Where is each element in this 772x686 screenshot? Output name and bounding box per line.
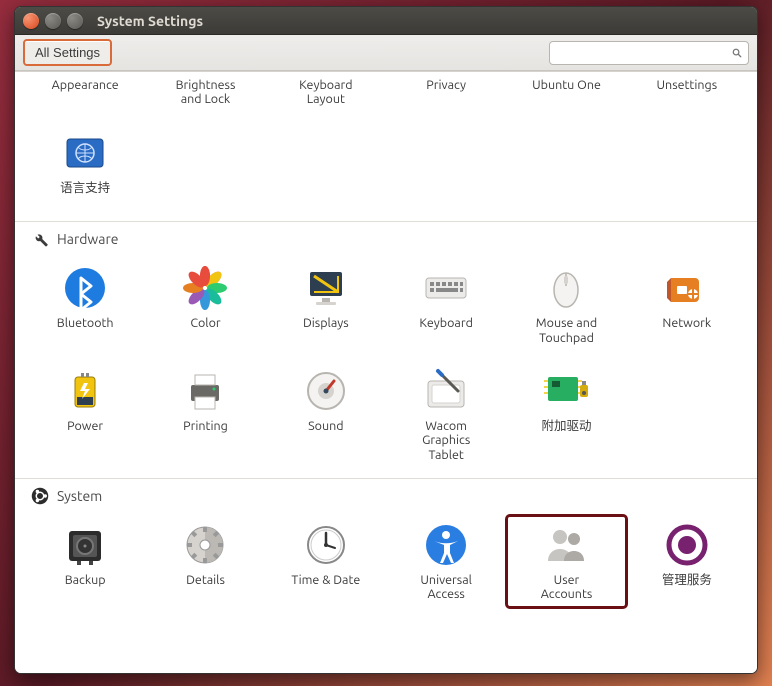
section-hardware-header: Hardware — [15, 221, 757, 252]
settings-item-label: Universal Access — [420, 573, 472, 602]
section-hardware-title: Hardware — [57, 231, 119, 247]
backup-icon — [61, 521, 109, 569]
settings-item-bluetooth[interactable]: Bluetooth — [25, 258, 145, 351]
settings-item-label: Printing — [183, 419, 228, 433]
printing-icon — [181, 367, 229, 415]
search-field[interactable] — [556, 45, 732, 60]
content-area: Appearance Brightness and Lock Keyboard La… — [15, 71, 757, 673]
maximize-icon[interactable] — [67, 13, 83, 29]
sound-icon — [302, 367, 350, 415]
power-icon — [61, 367, 109, 415]
settings-item-label: Backup — [65, 573, 106, 587]
system-grid: Backup Details Time & Date Universal Access… — [15, 509, 757, 618]
displays-icon — [302, 264, 350, 312]
settings-item-network[interactable]: Network — [627, 258, 747, 351]
mouse-icon — [542, 264, 590, 312]
keyboard-icon — [422, 264, 470, 312]
settings-item-label: Wacom Graphics Tablet — [422, 419, 470, 462]
settings-item-printing[interactable]: Printing — [145, 361, 265, 468]
wacom-icon — [422, 367, 470, 415]
section-system-header: System — [15, 478, 757, 509]
settings-item-displays[interactable]: Displays — [266, 258, 386, 351]
settings-item-label: Network — [662, 316, 711, 330]
settings-item-label: Appearance — [52, 78, 119, 92]
bluetooth-icon — [61, 264, 109, 312]
settings-item-label: Brightness and Lock — [176, 78, 236, 107]
settings-item-language[interactable]: 语言支持 — [25, 123, 145, 201]
settings-item-unsettings[interactable]: Unsettings — [627, 72, 747, 113]
settings-item-label: Power — [67, 419, 103, 433]
settings-item-details[interactable]: Details — [145, 515, 265, 608]
settings-item-label: 管理服务 — [662, 573, 712, 587]
language-icon — [61, 129, 109, 177]
settings-item-label: Keyboard Layout — [299, 78, 352, 107]
settings-item-users[interactable]: User Accounts — [506, 515, 626, 608]
wrench-icon — [31, 230, 49, 248]
minimize-icon[interactable] — [45, 13, 61, 29]
settings-item-keyboard[interactable]: Keyboard — [386, 258, 506, 351]
personal-grid-2: 语言支持 — [15, 123, 757, 221]
settings-item-privacy[interactable]: Privacy — [386, 72, 506, 113]
settings-item-label: Privacy — [426, 78, 466, 92]
hardware-grid: Bluetooth Color Displays Keyboard Mouse and … — [15, 252, 757, 478]
settings-item-timedate[interactable]: Time & Date — [266, 515, 386, 608]
users-icon — [542, 521, 590, 569]
settings-item-power[interactable]: Power — [25, 361, 145, 468]
mgmt-icon — [663, 521, 711, 569]
settings-item-label: Bluetooth — [57, 316, 114, 330]
settings-item-color[interactable]: Color — [145, 258, 265, 351]
window-title: System Settings — [97, 13, 203, 29]
settings-item-label: 语言支持 — [60, 181, 110, 195]
settings-item-label: Keyboard — [419, 316, 472, 330]
toolbar: All Settings — [15, 35, 757, 71]
settings-item-ubuntuone[interactable]: Ubuntu One — [506, 72, 626, 113]
settings-item-drivers[interactable]: 附加驱动 — [506, 361, 626, 468]
settings-item-label: Time & Date — [291, 573, 360, 587]
settings-item-label: Details — [186, 573, 225, 587]
network-icon — [663, 264, 711, 312]
settings-item-label: 附加驱动 — [541, 419, 591, 433]
settings-item-appearance[interactable]: Appearance — [25, 72, 145, 113]
settings-item-mouse[interactable]: Mouse and Touchpad — [506, 258, 626, 351]
settings-item-label: User Accounts — [541, 573, 593, 602]
section-system-title: System — [57, 488, 102, 504]
settings-item-brightness[interactable]: Brightness and Lock — [145, 72, 265, 113]
ubuntu-logo-icon — [31, 487, 49, 505]
close-icon[interactable] — [23, 13, 39, 29]
settings-item-label: Mouse and Touchpad — [536, 316, 597, 345]
search-input[interactable] — [549, 41, 749, 65]
settings-item-sound[interactable]: Sound — [266, 361, 386, 468]
settings-item-label: Displays — [303, 316, 349, 330]
all-settings-button[interactable]: All Settings — [23, 39, 112, 66]
settings-item-label: Sound — [308, 419, 343, 433]
settings-item-label: Unsettings — [657, 78, 718, 92]
personal-grid: Appearance Brightness and Lock Keyboard La… — [15, 72, 757, 123]
titlebar[interactable]: System Settings — [15, 7, 757, 35]
color-icon — [181, 264, 229, 312]
settings-item-backup[interactable]: Backup — [25, 515, 145, 608]
drivers-icon — [542, 367, 590, 415]
settings-item-keyboard-layout[interactable]: Keyboard Layout — [266, 72, 386, 113]
search-icon — [732, 46, 742, 60]
settings-window: System Settings All Settings Appearance B… — [14, 6, 758, 674]
uaccess-icon — [422, 521, 470, 569]
settings-item-uaccess[interactable]: Universal Access — [386, 515, 506, 608]
timedate-icon — [302, 521, 350, 569]
settings-item-label: Color — [190, 316, 220, 330]
settings-item-mgmt[interactable]: 管理服务 — [627, 515, 747, 608]
details-icon — [181, 521, 229, 569]
settings-item-label: Ubuntu One — [532, 78, 601, 92]
settings-item-wacom[interactable]: Wacom Graphics Tablet — [386, 361, 506, 468]
